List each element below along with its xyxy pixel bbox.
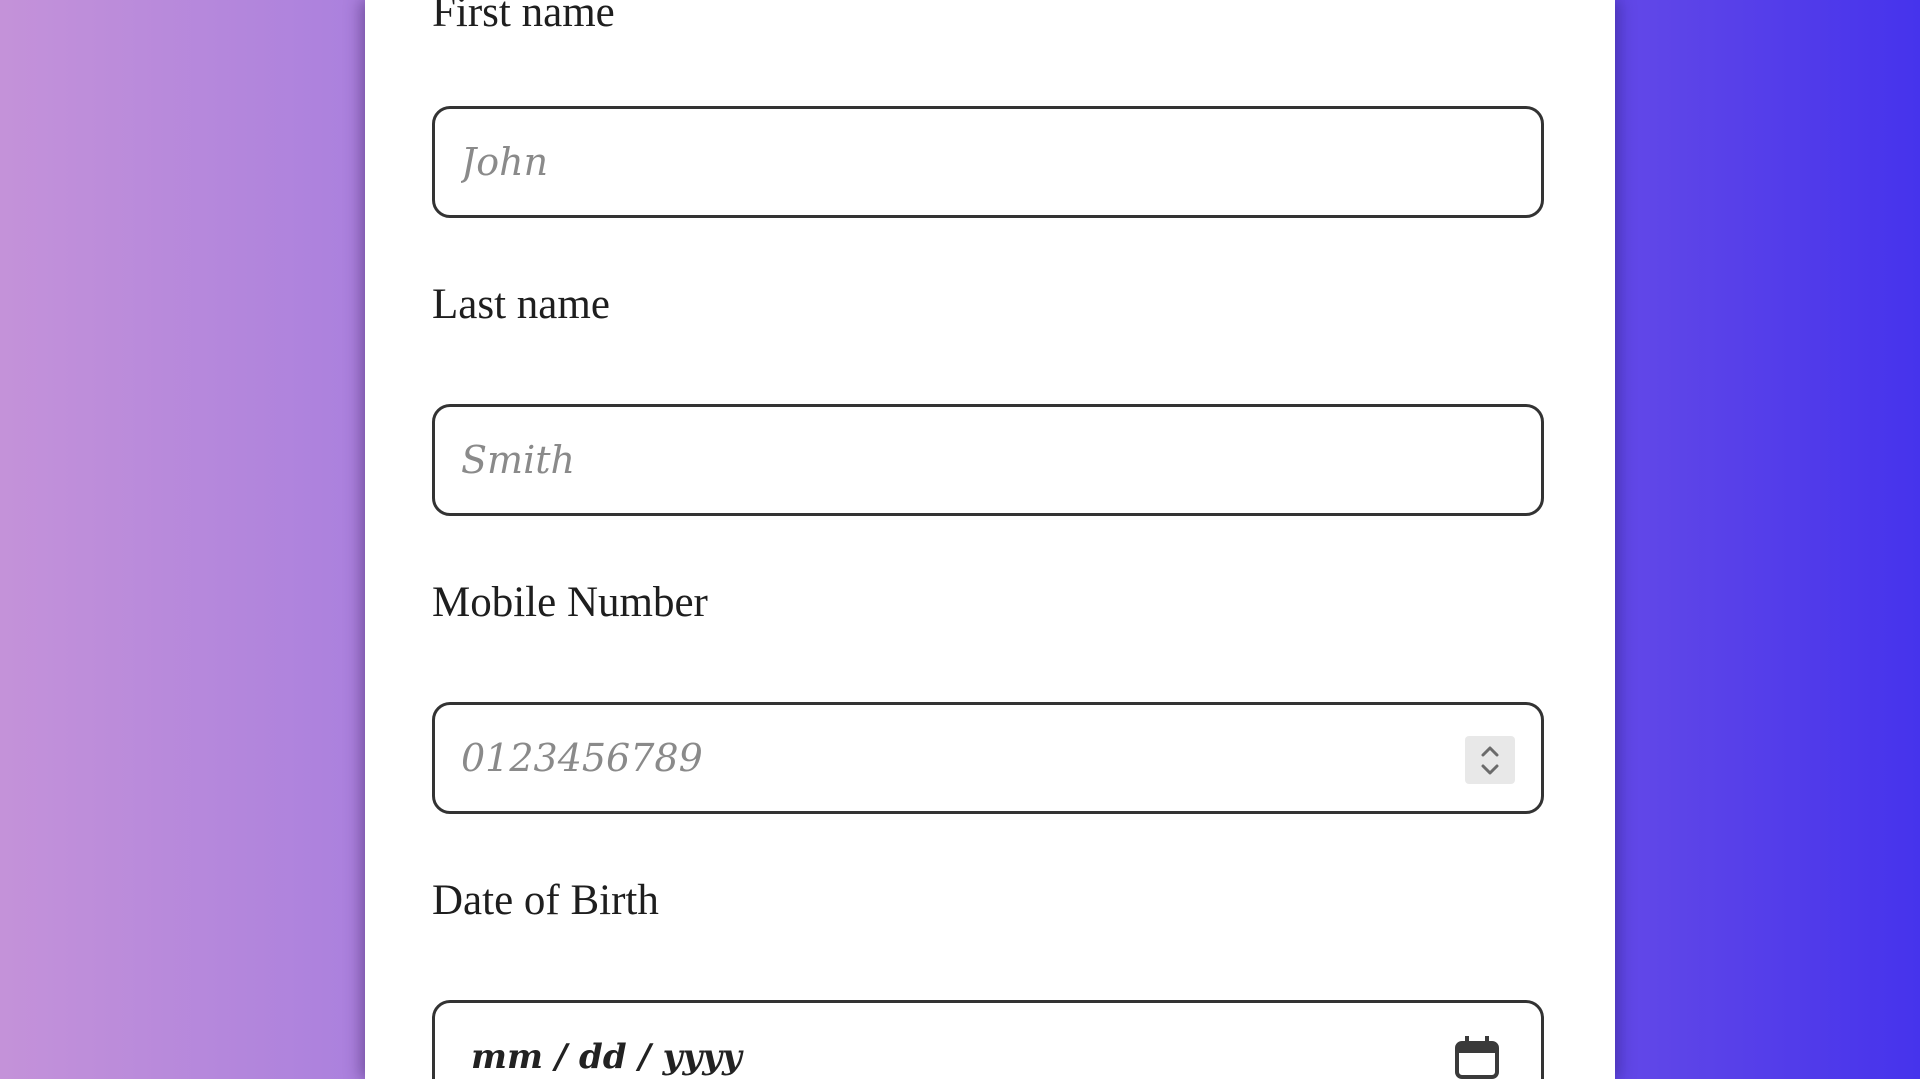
- registration-form-card: First name Last name Mobile Number Date …: [365, 0, 1615, 1079]
- up-down-spinner-icon[interactable]: [1465, 736, 1515, 784]
- mobile-number-label: Mobile Number: [432, 579, 708, 626]
- last-name-input[interactable]: [461, 407, 1461, 513]
- mobile-number-field-box[interactable]: [432, 702, 1544, 814]
- first-name-input[interactable]: [461, 109, 1461, 215]
- first-name-field-box[interactable]: [432, 106, 1544, 218]
- date-of-birth-input[interactable]: mm / dd / yyyy: [471, 1037, 742, 1077]
- last-name-field-box[interactable]: [432, 404, 1544, 516]
- date-of-birth-label: Date of Birth: [432, 877, 659, 924]
- calendar-icon[interactable]: [1454, 1035, 1500, 1079]
- first-name-label: First name: [432, 0, 615, 36]
- last-name-label: Last name: [432, 281, 610, 328]
- mobile-number-input[interactable]: [461, 705, 1461, 811]
- date-of-birth-field-box[interactable]: mm / dd / yyyy: [432, 1000, 1544, 1079]
